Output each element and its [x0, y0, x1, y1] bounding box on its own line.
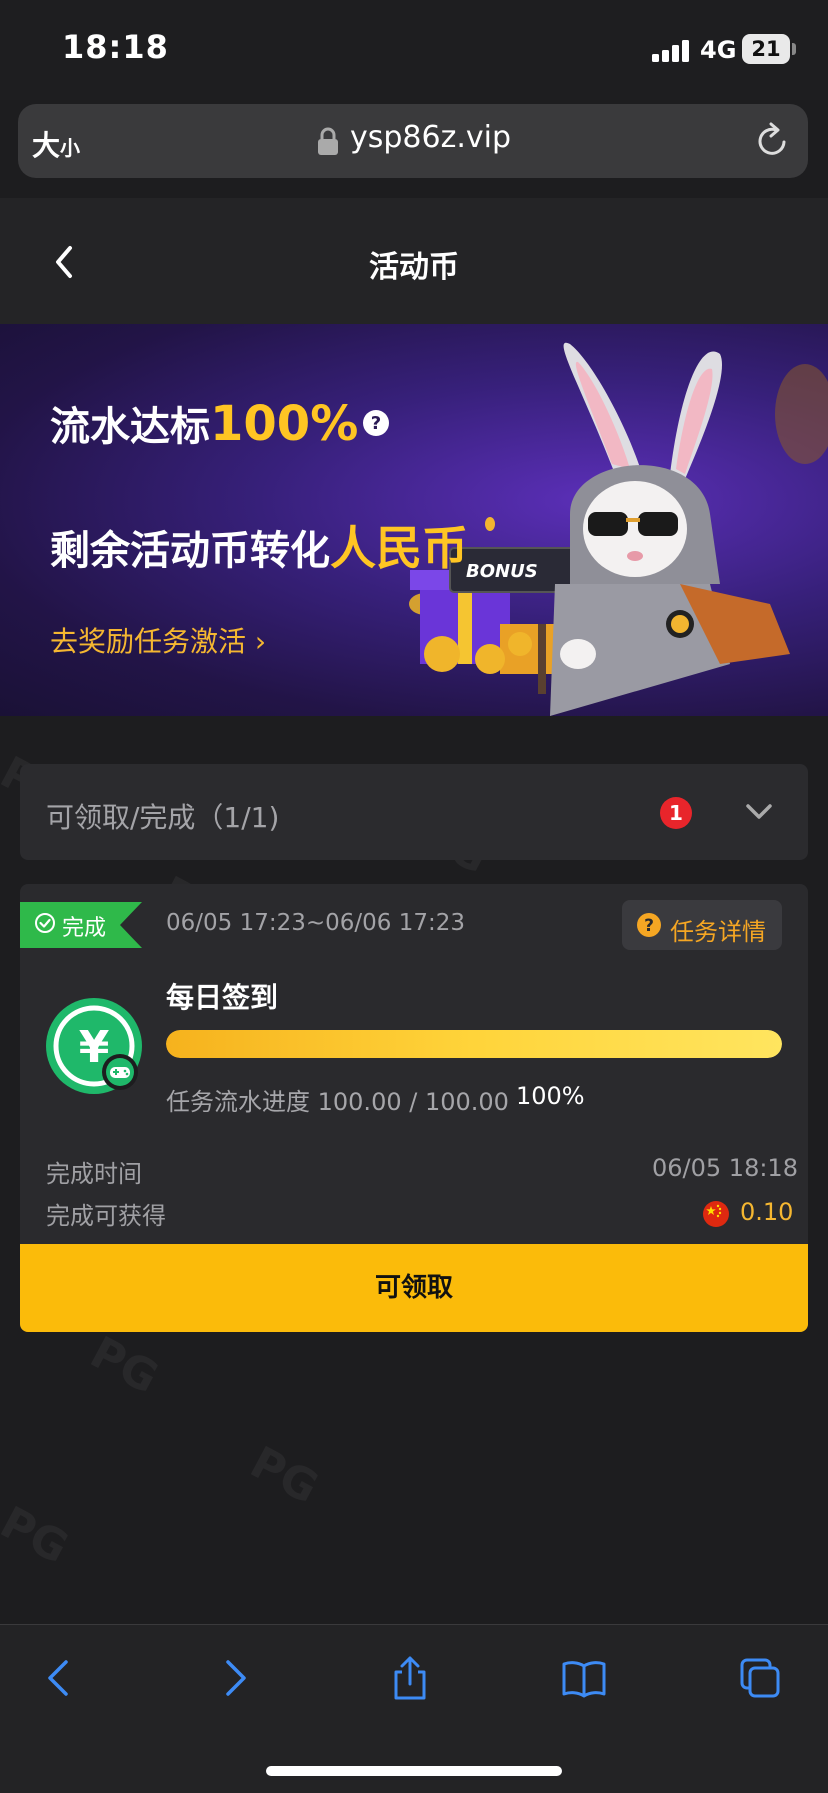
china-flag-icon — [703, 1201, 729, 1227]
task-detail-label[interactable]: 任务详情 — [670, 912, 766, 947]
network-type: 4G — [700, 36, 737, 64]
activate-task-link-label: 去奖励任务激活 — [50, 625, 255, 658]
task-date-range: 06/05 17:23~06/06 17:23 — [166, 910, 466, 936]
banner-subheadline: 剩余活动币转化人民币 — [50, 512, 468, 578]
tabs-icon[interactable] — [738, 1654, 782, 1702]
battery-tip — [792, 43, 796, 55]
status-time: 18:18 — [62, 28, 169, 66]
check-circle-icon — [35, 913, 55, 933]
question-icon: ? — [637, 913, 661, 937]
reward-label: 完成可获得 — [46, 1202, 166, 1230]
progress-text: 任务流水进度 100.00 / 100.00 — [166, 1088, 509, 1116]
battery-icon: 21 — [742, 34, 790, 64]
reload-icon[interactable] — [756, 122, 790, 158]
svg-text:?: ? — [644, 916, 654, 936]
claim-button[interactable]: 可领取 — [20, 1244, 808, 1332]
yuan-icon: ¥ — [46, 998, 142, 1094]
complete-time-label: 完成时间 — [46, 1160, 142, 1188]
home-indicator — [266, 1766, 562, 1776]
chevron-down-icon[interactable] — [744, 800, 774, 824]
progress-percent: 100% — [516, 1082, 585, 1110]
task-name: 每日签到 — [166, 981, 279, 1014]
nav-forward-icon[interactable] — [214, 1654, 258, 1702]
url-text[interactable]: ysp86z.vip — [350, 120, 511, 155]
banner-headline-highlight: 100% — [210, 396, 359, 452]
bonus-sign-text: BONUS — [466, 561, 538, 582]
chevron-right-icon: › — [254, 625, 267, 658]
gamepad-icon — [102, 1054, 138, 1090]
nav-back-icon[interactable] — [36, 1654, 80, 1702]
bookmarks-icon[interactable] — [562, 1654, 606, 1702]
activate-task-link[interactable]: 去奖励任务激活 › — [50, 620, 266, 660]
lock-icon — [318, 127, 338, 155]
progress-fill — [166, 1030, 782, 1058]
help-icon[interactable]: ? — [362, 409, 390, 437]
reward-value: 0.10 — [740, 1198, 794, 1226]
page-title: 活动币 — [369, 250, 459, 285]
svg-text:?: ? — [371, 413, 381, 434]
banner-subheadline-highlight: 人民币 — [330, 521, 468, 575]
banner-subheadline-prefix: 剩余活动币转化 — [50, 528, 330, 574]
text-size-big: 大 — [32, 129, 61, 162]
banner-headline: 流水达标100% — [50, 394, 358, 452]
share-icon[interactable] — [388, 1654, 432, 1702]
text-size-button[interactable]: 大小 — [32, 124, 80, 164]
progress-bar — [166, 1030, 782, 1058]
completed-tag-label: 完成 — [62, 916, 107, 941]
banner-headline-prefix: 流水达标 — [50, 404, 210, 450]
dropdown-label: 可领取/完成（1/1) — [46, 801, 280, 834]
text-size-small: 小 — [60, 136, 81, 160]
count-badge: 1 — [660, 797, 692, 829]
signal-icon — [652, 40, 689, 62]
complete-time-value: 06/05 18:18 — [652, 1154, 798, 1182]
